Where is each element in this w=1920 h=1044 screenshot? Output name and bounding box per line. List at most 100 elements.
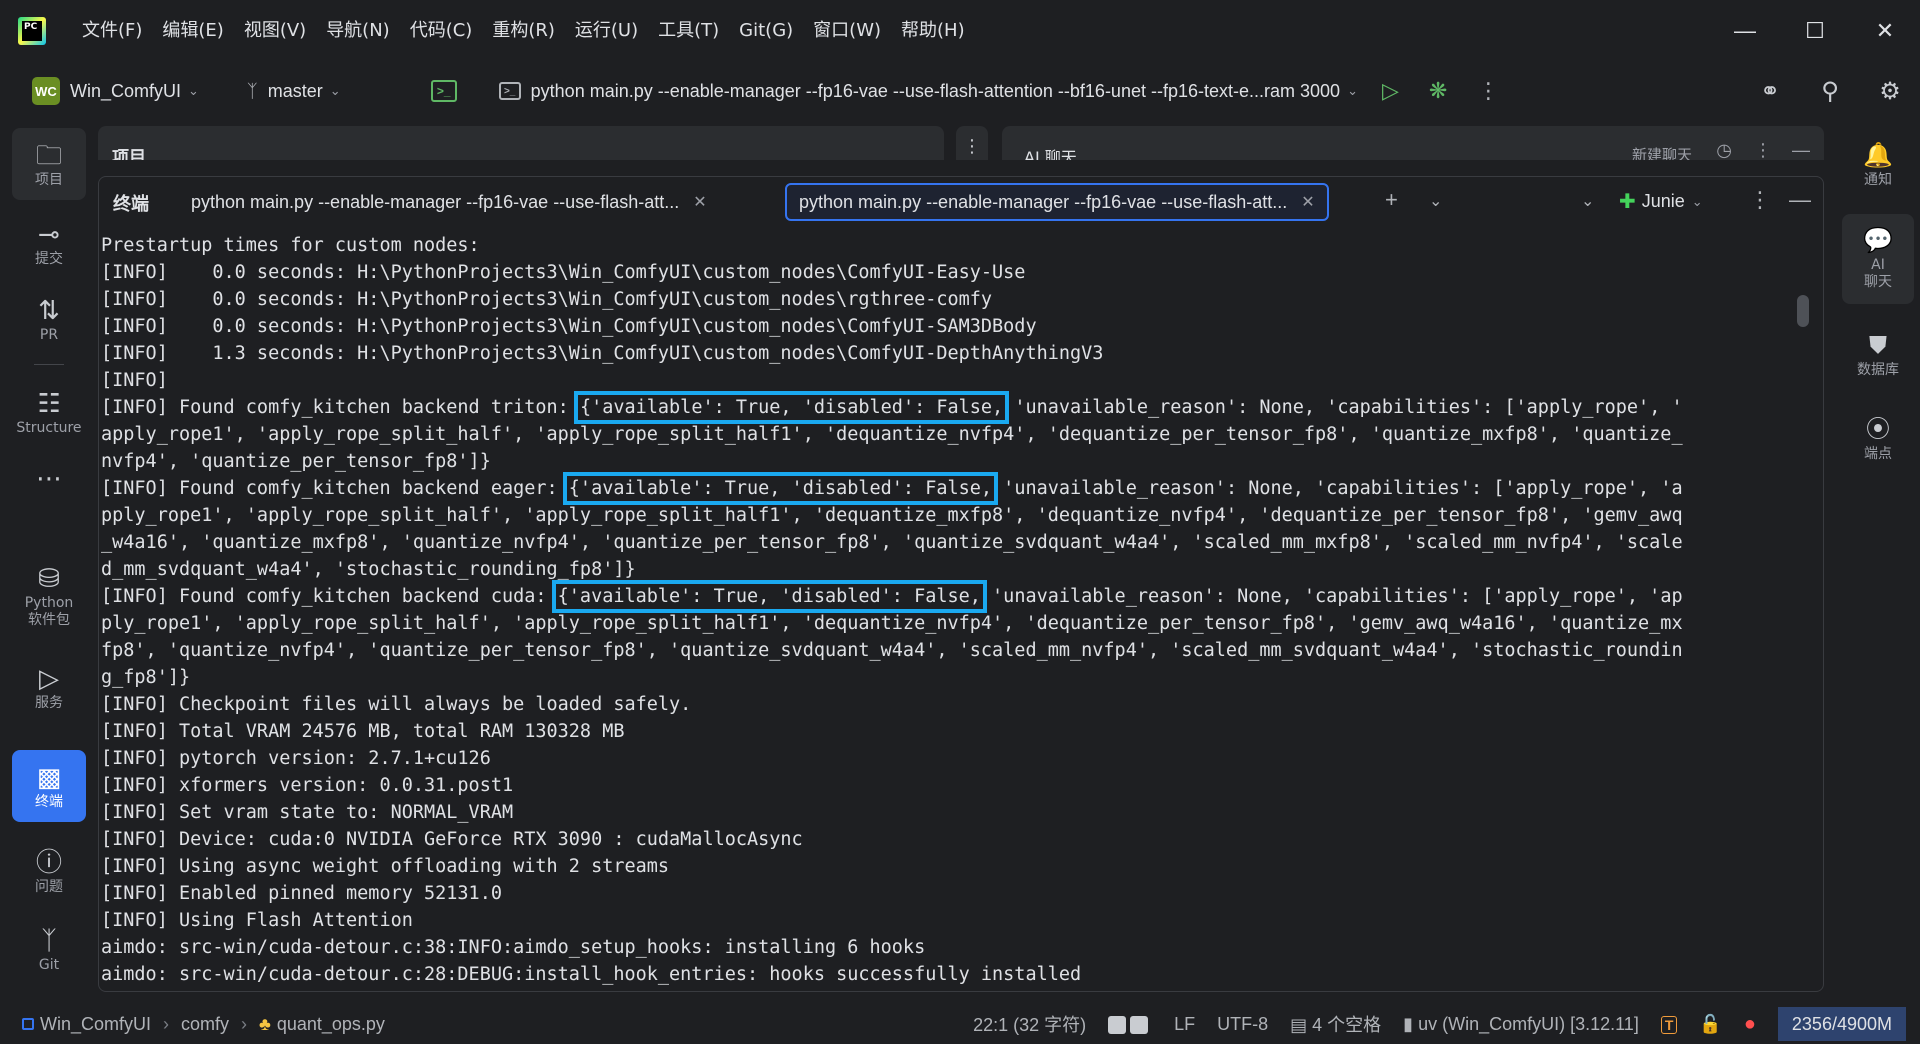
strip-divider [34,364,64,365]
maximize-button[interactable]: ☐ [1780,0,1850,62]
tool-structure[interactable]: ☷ Structure [12,374,86,450]
breadcrumb-project[interactable]: Win_ComfyUI [40,1014,151,1035]
ai-assistant-icon[interactable]: ⚭ [1740,77,1800,106]
python-packages-icon: ⛁ [38,563,60,593]
terminal-line: [INFO] [101,370,168,391]
terminal-line: [INFO] Total VRAM 24576 MB, total RAM 13… [101,721,625,742]
terminal-tab-bar: 终端 python main.py --enable-manager --fp1… [99,177,1823,227]
new-tab-icon[interactable]: + [1385,187,1398,213]
minimize-panel-icon[interactable]: — [1792,140,1810,160]
tool-git[interactable]: ᛉ Git [12,914,86,984]
readonly-icons[interactable] [1108,1014,1152,1035]
ai-chat-icon: 💬 [1863,227,1893,254]
terminal-line: d_mm_svdquant_w4a4', 'stochastic_roundin… [101,559,636,580]
panel-options-icon[interactable]: ⋮ [956,126,988,160]
history-icon[interactable]: ◷ [1716,140,1732,160]
minimize-panel-icon[interactable]: — [1789,187,1811,213]
terminal-line: [INFO] Found comfy_kitchen backend trito… [101,391,1813,424]
terminal-run-icon[interactable]: >_ [430,80,457,102]
terminal-line: ply_rope1', 'apply_rope_split_half', 'ap… [101,613,1683,634]
tool-notifications[interactable]: 🔔 通知 [1842,130,1914,200]
services-icon: ▷ [39,662,59,693]
chevron-right-icon: › [241,1013,248,1034]
junie-icon: ✚ [1619,191,1636,213]
ai-chat-title: AI 聊天 [1024,148,1077,160]
error-icon[interactable]: ● [1744,1013,1756,1036]
chevron-down-icon: ⌄ [1347,83,1358,98]
tool-endpoints[interactable]: ⦿ 端点 [1842,404,1914,474]
tool-problems[interactable]: ⓘ 问题 [12,836,86,906]
terminal-tab-2[interactable]: python main.py --enable-manager --fp16-v… [785,183,1329,221]
indent-icon: ▤ [1290,1015,1313,1035]
menu-code[interactable]: 代码(C) [400,14,483,48]
tool-database[interactable]: ⛊ 数据库 [1842,320,1914,390]
run-config-selector[interactable]: >_ python main.py --enable-manager --fp1… [498,81,1358,102]
tool-commit[interactable]: ⊸ 提交 [12,208,86,278]
branch-selector[interactable]: ᛉ master ⌄ [247,81,341,102]
file-encoding[interactable]: UTF-8 [1217,1014,1268,1035]
tool-terminal[interactable]: ▩ 终端 [12,750,86,822]
menu-file[interactable]: 文件(F) [72,14,152,48]
minimize-button[interactable]: — [1710,0,1780,62]
menu-run[interactable]: 运行(U) [565,14,648,48]
junie-button[interactable]: ✚ Junie ⌄ [1619,189,1703,214]
main-menu: 文件(F) 编辑(E) 视图(V) 导航(N) 代码(C) 重构(R) 运行(U… [72,14,975,48]
terminal-line: pply_rope1', 'apply_rope_split_half', 'a… [101,505,1683,526]
tool-ai-chat[interactable]: 💬 AI 聊天 [1842,214,1914,304]
search-icon[interactable]: ⚲ [1800,77,1860,106]
right-tool-strip: 🔔 通知 💬 AI 聊天 ⛊ 数据库 ⦿ 端点 [1836,124,1920,984]
tool-python-packages[interactable]: ⛁ Python 软件包 [12,554,86,638]
gear-icon[interactable]: ⚙ [1860,77,1920,106]
project-selector[interactable]: WC Win_ComfyUI ⌄ [32,77,199,105]
tool-pr[interactable]: ⇅ PR [12,284,86,354]
menu-git[interactable]: Git(G) [729,14,803,48]
more-vertical-icon[interactable]: ⋮ [1749,187,1771,213]
close-icon[interactable]: ✕ [693,192,706,212]
menu-view[interactable]: 视图(V) [234,14,316,48]
pycharm-logo-icon[interactable]: PC [18,17,46,45]
menu-edit[interactable]: 编辑(E) [152,14,233,48]
t-badge[interactable]: T [1660,1014,1678,1035]
main-toolbar: WC Win_ComfyUI ⌄ ᛉ master ⌄ >_ >_ python… [0,66,1920,116]
terminal-output[interactable]: Prestartup times for custom nodes: [INFO]… [101,232,1813,991]
tool-project[interactable]: 🗀 项目 [12,128,86,200]
terminal-tab-1[interactable]: python main.py --enable-manager --fp16-v… [179,183,719,221]
chevron-down-icon: ⌄ [329,83,341,98]
menu-navigate[interactable]: 导航(N) [316,14,400,48]
cursor-position[interactable]: 22:1 (32 字符) [973,1011,1086,1037]
menu-refactor[interactable]: 重构(R) [482,14,565,48]
highlighted-availability: {'available': True, 'disabled': False, [551,580,987,613]
close-button[interactable]: ✕ [1850,0,1920,62]
lock-icon[interactable]: 🔓 [1699,1014,1721,1035]
python-interpreter[interactable]: ▮ uv (Win_ComfyUI) [3.12.11] [1403,1014,1639,1035]
line-separator[interactable]: LF [1174,1014,1195,1035]
new-chat-button[interactable]: 新建聊天 [1632,144,1692,160]
terminal-panel: 终端 python main.py --enable-manager --fp1… [98,176,1824,992]
chevron-down-icon[interactable]: ⌄ [1581,191,1594,211]
terminal-scrollbar[interactable] [1797,295,1809,327]
project-panel-title[interactable]: 项目 [112,143,146,160]
tool-services[interactable]: ▷ 服务 [12,652,86,722]
more-vertical-icon[interactable]: ⋮ [1477,78,1499,104]
memory-indicator[interactable]: 2356/4900M [1777,1007,1906,1041]
menu-tools[interactable]: 工具(T) [648,14,729,48]
chevron-down-icon[interactable]: ⌄ [1429,191,1442,211]
run-icon[interactable]: ▷ [1382,78,1399,104]
terminal-title: 终端 [113,194,149,215]
chevron-down-icon: ⌄ [188,83,199,98]
terminal-line: [INFO] 1.3 seconds: H:\PythonProjects3\W… [101,343,1104,364]
debug-icon[interactable]: ❋ [1429,78,1447,104]
menu-help[interactable]: 帮助(H) [891,14,975,48]
project-badge: WC [32,77,60,105]
left-tool-strip: 🗀 项目 ⊸ 提交 ⇅ PR ☷ Structure ⋯ ⛁ Python 软件… [0,124,98,984]
indent-setting[interactable]: ▤ 4 个空格 [1290,1011,1381,1037]
terminal-text: 'unavailable_reason': None, 'capabilitie… [992,478,1683,499]
breadcrumb-folder[interactable]: comfy [181,1014,229,1035]
close-icon[interactable]: ✕ [1301,192,1314,212]
python-file-icon: ♣ [259,1013,271,1034]
breadcrumb-file[interactable]: quant_ops.py [277,1014,385,1035]
more-vertical-icon[interactable]: ⋮ [1754,140,1772,160]
project-panel-header: 项目 [98,126,944,160]
menu-window[interactable]: 窗口(W) [803,14,891,48]
tool-more[interactable]: ⋯ [12,458,86,498]
